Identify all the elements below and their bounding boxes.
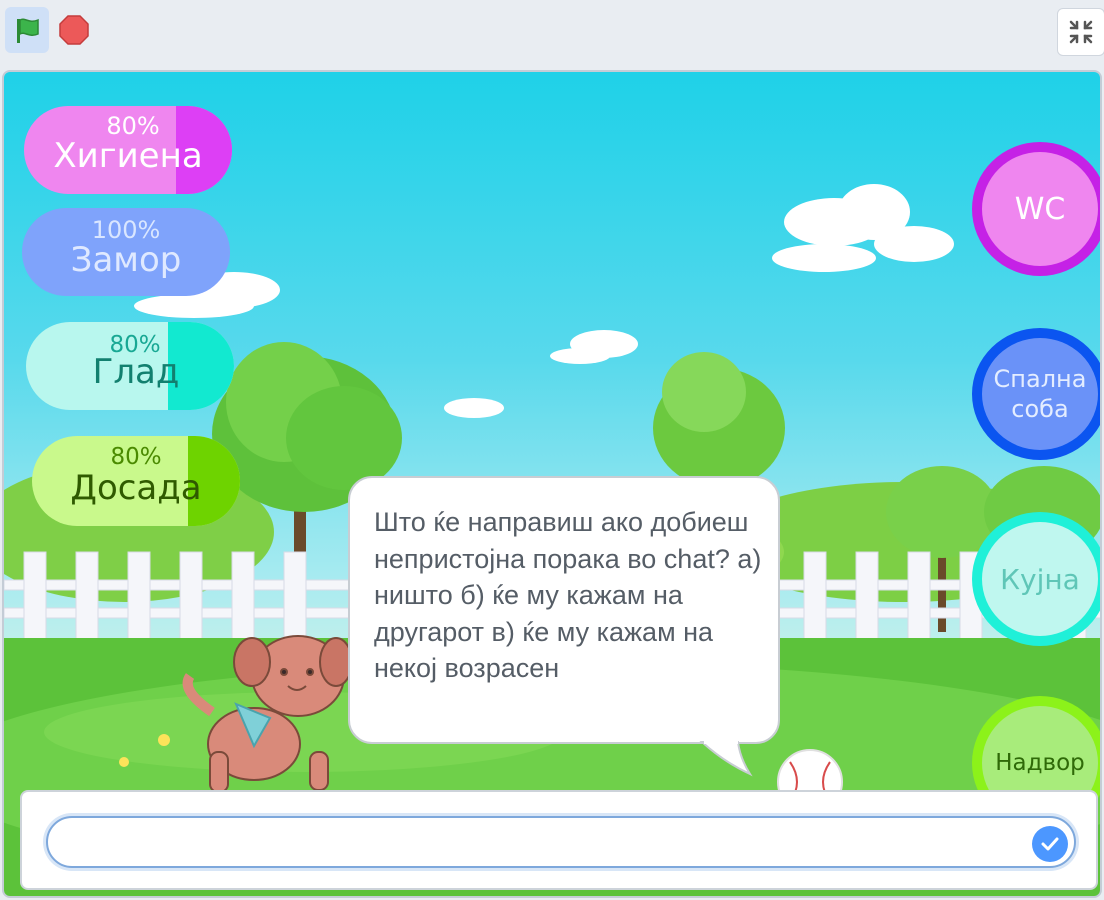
ask-answer-panel: [20, 790, 1098, 890]
exit-fullscreen-icon: [1069, 20, 1093, 44]
room-button-bedroom[interactable]: Спална соба: [972, 328, 1100, 460]
room-button-outside-label: Надвор: [995, 750, 1085, 776]
room-button-bedroom-label: Спална соба: [993, 365, 1087, 423]
boredom-meter: 80% Досада: [32, 436, 240, 526]
game-stage[interactable]: 80% Хигиена 100% Замор 80% Глад 80% Доса…: [2, 70, 1102, 898]
exit-fullscreen-button[interactable]: [1057, 8, 1104, 56]
boredom-percent: 80%: [110, 444, 162, 470]
hygiene-label: Хигиена: [53, 136, 203, 176]
hunger-label: Глад: [92, 352, 180, 392]
room-button-kitchen[interactable]: Кујна: [972, 512, 1100, 646]
fatigue-meter: 100% Замор: [22, 208, 230, 296]
stage-toolbar: [0, 0, 1104, 66]
submit-answer-button[interactable]: [1032, 826, 1068, 862]
hygiene-meter: 80% Хигиена: [24, 106, 232, 194]
check-icon: [1041, 837, 1059, 851]
stop-button[interactable]: [52, 7, 96, 53]
boredom-label: Досада: [70, 468, 202, 508]
room-button-wc-label: WC: [1014, 191, 1066, 227]
fatigue-label: Замор: [70, 240, 182, 280]
room-button-wc[interactable]: WC: [972, 142, 1100, 276]
green-flag-button[interactable]: [5, 7, 49, 53]
hunger-meter: 80% Глад: [26, 322, 234, 410]
green-flag-icon: [17, 18, 39, 43]
speech-bubble: Што ќе направиш ако добиеш непристојна п…: [348, 476, 780, 744]
room-button-kitchen-label: Кујна: [1000, 562, 1080, 596]
answer-input[interactable]: [46, 816, 1076, 868]
stop-icon: [59, 15, 89, 45]
speech-bubble-text: Што ќе направиш ако добиеш непристојна п…: [374, 507, 762, 683]
